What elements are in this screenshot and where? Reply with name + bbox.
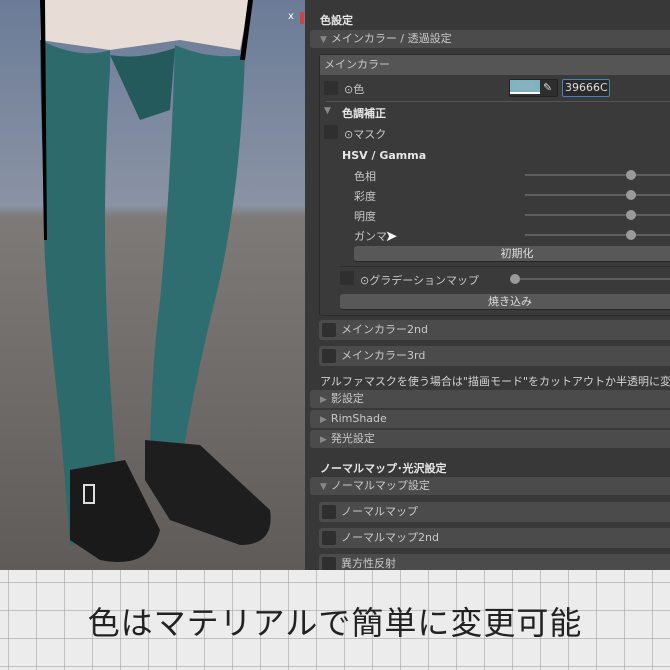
divider (340, 266, 670, 267)
mask-label: ⊙マスク (344, 128, 387, 141)
main-color-3rd-row[interactable]: メインカラー3rd (319, 346, 670, 366)
alpha-mask-info: アルファマスクを使う場合は"描画モード"をカットアウトか半透明に変更する必 (320, 375, 670, 388)
fold-label: ノーマルマップ設定 (330, 479, 430, 492)
hue-slider[interactable] (525, 170, 670, 180)
divider (326, 101, 670, 102)
mask-texture-slot[interactable] (324, 125, 338, 139)
slider-label-gamma: ガンマ (354, 230, 387, 243)
triangle-down-icon: ▼ (320, 35, 327, 45)
triangle-right-icon: ▶ (320, 415, 327, 425)
normal-map-checkbox[interactable] (322, 505, 336, 519)
caption-text: 色はマテリアルで簡単に変更可能 (87, 604, 583, 642)
viewport-edge-marker (300, 12, 304, 24)
slider-label-hue: 色相 (354, 170, 376, 183)
mouse-cursor-icon: ➤ (385, 227, 398, 245)
main-color-2nd-checkbox[interactable] (322, 323, 336, 337)
row-label: ノーマルマップ2nd (341, 531, 439, 544)
slider-knob[interactable] (626, 230, 636, 240)
triangle-right-icon: ▶ (320, 395, 327, 405)
fold-normal-map[interactable]: ▼ ノーマルマップ設定 (310, 477, 670, 495)
close-icon[interactable]: x (288, 11, 294, 22)
fold-label: 発光設定 (330, 432, 375, 445)
eyedropper-icon[interactable]: ✎ (543, 81, 552, 94)
main-color-box: メインカラー ⊙色 HDR ✎ 39666C ▼ 色調補正 ⊙マスク HSV /… (319, 54, 670, 316)
caption-banner: 色はマテリアルで簡単に変更可能 (0, 570, 670, 670)
triangle-down-icon[interactable]: ▼ (324, 106, 331, 116)
gamma-slider[interactable] (525, 230, 670, 240)
triangle-down-icon: ▼ (320, 482, 327, 492)
main-color-header: メインカラー (320, 55, 670, 75)
fold-main-color-transparency[interactable]: ▼ メインカラー / 透過設定 (310, 30, 670, 48)
material-inspector-panel: 色設定 ▼ メインカラー / 透過設定 メインカラー ⊙色 HDR ✎ 39666… (305, 0, 670, 570)
slider-label-saturation: 彩度 (354, 190, 376, 203)
color-texture-slot[interactable] (324, 81, 338, 95)
anisotropy-row[interactable]: 異方性反射 (319, 554, 670, 570)
reset-button[interactable]: 初期化 (354, 246, 670, 262)
slider-knob[interactable] (626, 210, 636, 220)
fold-label: RimShade (330, 412, 387, 425)
section-normal-gloss: ノーマルマップ･光沢設定 (320, 462, 447, 475)
section-color-settings: 色設定 (320, 14, 353, 27)
color-field[interactable]: HDR ✎ (509, 79, 558, 97)
color-swatch: HDR (510, 80, 540, 94)
normal-map-2nd-checkbox[interactable] (322, 531, 336, 545)
slider-knob[interactable] (626, 170, 636, 180)
value-slider[interactable] (525, 210, 670, 220)
gradient-map-slider[interactable] (510, 274, 670, 284)
gradient-map-label: ⊙グラデーションマップ (360, 274, 479, 287)
main-color-2nd-row[interactable]: メインカラー2nd (319, 320, 670, 340)
fold-label: 影設定 (330, 392, 364, 405)
gradient-map-slot[interactable] (340, 271, 354, 285)
row-label: メインカラー3rd (341, 349, 426, 362)
fold-label: メインカラー / 透過設定 (330, 32, 452, 45)
row-label: メインカラー2nd (341, 323, 428, 336)
tone-correction-header: 色調補正 (342, 107, 386, 120)
slider-knob[interactable] (626, 190, 636, 200)
triangle-right-icon: ▶ (320, 435, 327, 445)
normal-map-row[interactable]: ノーマルマップ (319, 502, 670, 522)
hdr-label: HDR (516, 82, 534, 91)
fold-rimshade[interactable]: ▶ RimShade (310, 410, 670, 428)
saturation-slider[interactable] (525, 190, 670, 200)
fold-shadow[interactable]: ▶ 影設定 (310, 390, 670, 408)
color-label: ⊙色 (344, 83, 365, 96)
hex-input[interactable]: 39666C (562, 79, 610, 97)
row-label: ノーマルマップ (341, 505, 418, 518)
fold-emission[interactable]: ▶ 発光設定 (310, 430, 670, 448)
character-legs-render (40, 0, 271, 562)
normal-map-2nd-row[interactable]: ノーマルマップ2nd (319, 528, 670, 548)
anisotropy-checkbox[interactable] (322, 557, 336, 570)
scene-viewport[interactable]: x (0, 0, 305, 570)
row-label: 異方性反射 (341, 557, 396, 570)
main-color-3rd-checkbox[interactable] (322, 349, 336, 363)
slider-label-value: 明度 (354, 210, 376, 223)
hsv-gamma-header: HSV / Gamma (342, 149, 427, 162)
slider-knob[interactable] (510, 274, 520, 284)
bake-button[interactable]: 焼き込み (340, 294, 670, 310)
